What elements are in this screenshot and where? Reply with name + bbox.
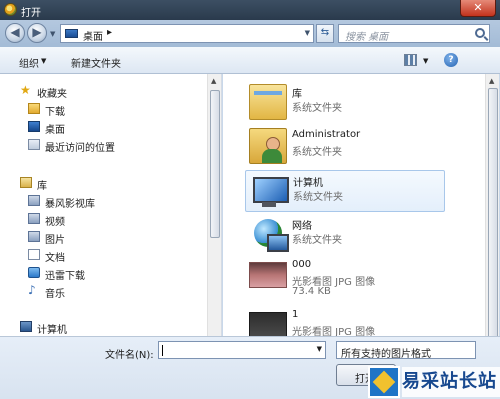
file-item-network[interactable]: 网络 系统文件夹 — [245, 214, 445, 256]
nav-label: 迅雷下载 — [45, 271, 85, 282]
back-button[interactable]: ◀ — [5, 23, 25, 43]
filename-label: 文件名(N): — [105, 350, 154, 361]
filename-dropdown-icon[interactable]: ▼ — [317, 345, 322, 353]
file-type: 系统文件夹 — [293, 192, 343, 203]
command-bar: 组织 ▼ 新建文件夹 ▼ ? — [0, 47, 500, 74]
file-item-computer[interactable]: 计算机 系统文件夹 — [245, 170, 445, 212]
watermark-text: 易采站长站 — [402, 367, 500, 397]
file-name: 000 — [292, 259, 312, 270]
nav-label: 下载 — [45, 107, 65, 118]
file-item-000[interactable]: 000 光影看图 JPG 图像 73.4 KB — [245, 256, 445, 304]
search-input[interactable]: 搜索 桌面 — [338, 24, 490, 43]
computer-icon — [250, 173, 289, 209]
nav-label: 暴风影视库 — [45, 199, 95, 210]
star-icon: ★ — [20, 83, 31, 97]
navigation-pane: ★ 收藏夹 下载 桌面 最近访问的位置 库 暴风影视库 视频 图片 文档 迅雷下… — [0, 74, 222, 336]
thunder-icon — [28, 267, 40, 278]
file-name: 网络 — [292, 221, 312, 232]
scroll-up-icon[interactable]: ▲ — [489, 77, 494, 85]
pictures-icon — [28, 231, 40, 242]
file-type: 系统文件夹 — [292, 147, 342, 158]
nav-label: 计算机 — [37, 325, 67, 336]
photo-thumbnail-icon — [249, 312, 287, 336]
scroll-up-icon[interactable]: ▲ — [211, 77, 216, 85]
file-type-filter[interactable]: 所有支持的图片格式 — [336, 341, 476, 360]
video-icon — [28, 213, 40, 224]
nav-label: 收藏夹 — [37, 89, 67, 100]
file-name: 1 — [292, 309, 299, 320]
text-caret — [162, 345, 163, 356]
photo-thumbnail-icon — [249, 262, 287, 288]
desktop-icon — [65, 29, 78, 38]
forward-button[interactable]: ▶ — [27, 23, 47, 43]
address-location[interactable]: 桌面 — [83, 28, 103, 43]
video-library-icon — [28, 195, 40, 206]
address-bar[interactable]: 桌面 ▸ ▼ — [60, 24, 314, 43]
documents-icon — [28, 249, 40, 260]
file-list-scrollbar[interactable]: ▲ — [485, 74, 499, 338]
file-name: 计算机 — [293, 178, 323, 189]
file-type-filter-value: 所有支持的图片格式 — [341, 349, 431, 360]
nav-label: 音乐 — [45, 289, 65, 300]
filename-field[interactable]: ▼ — [158, 341, 326, 359]
organize-menu[interactable]: 组织 — [19, 55, 39, 70]
help-button[interactable]: ? — [444, 53, 458, 67]
recent-pages-dropdown-icon[interactable]: ▼ — [50, 30, 55, 38]
close-button[interactable]: ✕ — [460, 0, 496, 17]
search-placeholder: 搜索 桌面 — [345, 32, 389, 43]
file-list: 库 系统文件夹 Administrator 系统文件夹 计算机 系统文件夹 网络… — [223, 74, 485, 336]
file-type: 系统文件夹 — [292, 235, 342, 246]
library-icon — [249, 84, 287, 120]
file-type: 光影看图 JPG 图像 — [292, 327, 376, 336]
file-name: 库 — [292, 89, 302, 100]
address-row: ◀ ▶ ▼ 桌面 ▸ ▼ ⇆ 搜索 桌面 — [0, 20, 500, 47]
file-item-1[interactable]: 1 光影看图 JPG 图像 — [245, 306, 445, 336]
address-dropdown-icon[interactable]: ▼ — [305, 29, 310, 37]
nav-label: 库 — [37, 181, 47, 192]
file-type: 系统文件夹 — [292, 103, 342, 114]
computer-icon — [20, 321, 32, 332]
organize-dropdown-icon[interactable]: ▼ — [41, 57, 46, 65]
view-icon[interactable] — [404, 54, 417, 66]
title-bar: 打开 ✕ — [0, 0, 500, 20]
file-name: Administrator — [292, 129, 361, 140]
file-item-library[interactable]: 库 系统文件夹 — [245, 82, 445, 124]
breadcrumb-chevron-icon[interactable]: ▸ — [107, 27, 112, 38]
nav-scrollbar[interactable]: ▲ — [207, 74, 221, 336]
new-folder-button[interactable]: 新建文件夹 — [71, 55, 121, 70]
recent-places-icon — [28, 139, 40, 150]
watermark-logo-icon — [368, 366, 400, 398]
file-item-administrator[interactable]: Administrator 系统文件夹 — [245, 126, 445, 168]
window-title: 打开 — [21, 8, 41, 19]
library-icon — [20, 177, 32, 188]
desktop-icon — [28, 121, 40, 132]
download-folder-icon — [28, 103, 40, 114]
search-icon[interactable] — [475, 28, 485, 38]
nav-label: 视频 — [45, 217, 65, 228]
nav-label: 最近访问的位置 — [45, 143, 115, 154]
view-dropdown-icon[interactable]: ▼ — [423, 57, 428, 65]
nav-label: 文档 — [45, 253, 65, 264]
network-icon — [249, 216, 289, 252]
nav-label: 桌面 — [45, 125, 65, 136]
nav-scroll-thumb[interactable] — [210, 90, 220, 238]
music-icon: ♪ — [28, 283, 36, 297]
refresh-button[interactable]: ⇆ — [316, 24, 334, 43]
file-size: 73.4 KB — [292, 286, 331, 297]
file-scroll-thumb[interactable] — [488, 88, 498, 338]
user-folder-icon — [249, 128, 287, 164]
nav-label: 图片 — [45, 235, 65, 246]
app-icon — [4, 3, 17, 16]
